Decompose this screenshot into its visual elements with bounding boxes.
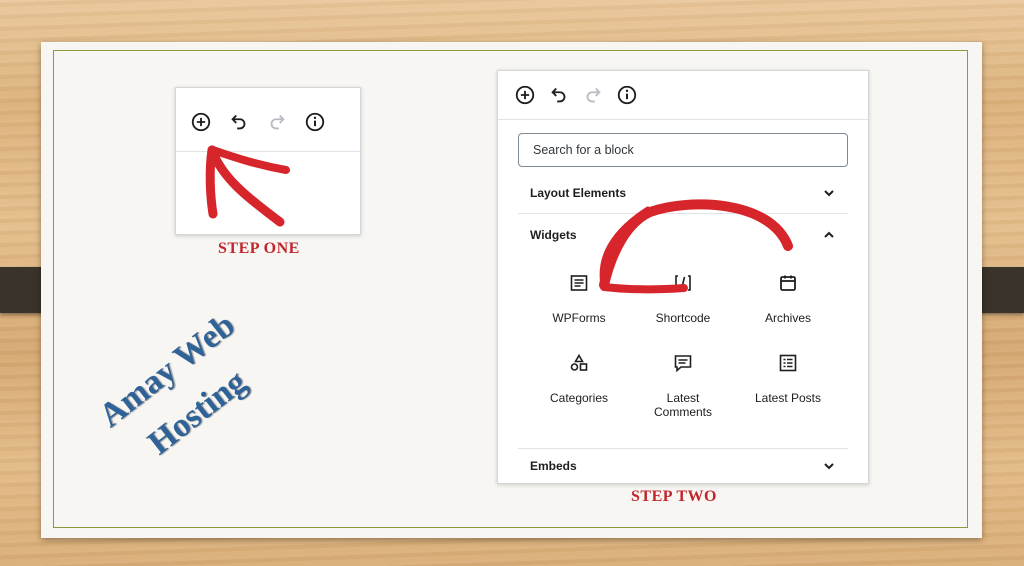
block-latest-posts[interactable]: Latest Posts [740,353,836,405]
add-block-icon[interactable] [190,111,212,133]
chevron-down-icon [822,459,836,473]
block-shortcode[interactable]: Shortcode [635,273,731,325]
section-layout-elements[interactable]: Layout Elements [518,172,848,214]
comment-icon [673,353,693,373]
block-inserter-panel: Layout Elements Widgets WPForms Shortcod… [497,70,869,484]
step-two-label: STEP TWO [631,488,717,505]
shortcode-icon [673,273,693,293]
undo-icon[interactable] [548,84,570,106]
section-title: Embeds [530,459,577,473]
shapes-icon [569,353,589,373]
block-wpforms[interactable]: WPForms [531,273,627,325]
block-latest-comments[interactable]: Latest Comments [635,353,731,419]
step-one-label: STEP ONE [218,240,300,257]
chevron-down-icon [822,186,836,200]
block-label: WPForms [552,311,606,325]
block-label: Categories [549,391,609,405]
block-search-input[interactable] [518,133,848,167]
calendar-icon [778,273,798,293]
toolbar-divider [176,151,360,152]
block-label: Latest Posts [754,391,822,405]
block-label: Latest Comments [653,391,712,419]
slide: Layout Elements Widgets WPForms Shortcod… [41,42,982,538]
block-label: Shortcode [655,311,711,325]
redo-icon[interactable] [582,84,604,106]
block-categories[interactable]: Categories [531,353,627,405]
info-icon[interactable] [304,111,326,133]
section-embeds[interactable]: Embeds [518,449,848,483]
editor-toolbar [190,111,326,133]
section-widgets[interactable]: Widgets [518,214,848,256]
section-title: Layout Elements [530,186,627,200]
add-block-icon[interactable] [514,84,536,106]
wpforms-icon [569,273,589,293]
step-one-panel [175,87,361,235]
redo-icon[interactable] [266,111,288,133]
block-label: Archives [764,311,811,325]
info-icon[interactable] [616,84,638,106]
block-archives[interactable]: Archives [740,273,836,325]
editor-toolbar [514,84,638,106]
section-title: Widgets [530,228,577,242]
list-icon [778,353,798,373]
chevron-up-icon [822,228,836,242]
toolbar-divider [498,119,868,120]
undo-icon[interactable] [228,111,250,133]
